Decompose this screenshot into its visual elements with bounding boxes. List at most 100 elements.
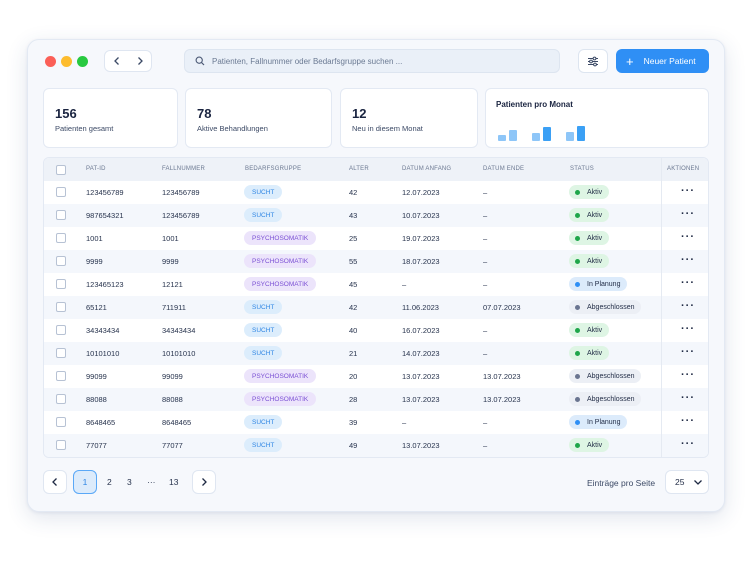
cell-pat-id: 65121: [86, 303, 107, 312]
status-label: Aktiv: [587, 188, 603, 196]
cell-bedarfsgruppe-badge: SUCHT: [244, 300, 283, 314]
cell-datum-anfang: 10.07.2023: [402, 211, 440, 220]
col-header-pat-id[interactable]: PAT-ID: [86, 166, 106, 172]
table-row[interactable]: 8648465 8648465 SUCHT 39 – – In Planung ···: [44, 411, 708, 434]
forward-button[interactable]: [128, 51, 151, 71]
status-dot-icon: [575, 327, 580, 333]
back-button[interactable]: [105, 51, 128, 71]
cell-datum-anfang: 18.07.2023: [402, 257, 440, 266]
table-row[interactable]: 77077 77077 SUCHT 49 13.07.2023 – Aktiv ···: [44, 434, 708, 457]
cell-pat-id: 10101010: [86, 349, 120, 358]
status-label: Aktiv: [587, 211, 603, 219]
table-header: PAT-ID FALLNUMMER BEDARFSGRUPPE ALTER DA…: [44, 158, 708, 181]
table-row[interactable]: 9999 9999 PSYCHOSOMATIK 55 18.07.2023 – Aktiv ·…: [44, 250, 708, 273]
cell-alter: 40: [349, 326, 358, 335]
table-row[interactable]: 10101010 10101010 SUCHT 21 14.07.2023 – Aktiv ·…: [44, 342, 708, 365]
table-row[interactable]: 987654321 123456789 SUCHT 43 10.07.2023 – Akti…: [44, 204, 708, 227]
col-header-fallnummer[interactable]: FALLNUMMER: [162, 166, 205, 172]
new-patient-button[interactable]: + Neuer Patient: [616, 49, 709, 73]
previous-page-button[interactable]: [43, 470, 67, 494]
col-header-bedarfsgruppe[interactable]: BEDARFSGRUPPE: [245, 166, 301, 172]
close-window-button[interactable]: [45, 56, 56, 67]
cell-pat-id: 1001: [86, 234, 103, 243]
row-checkbox[interactable]: [56, 440, 66, 450]
row-checkbox[interactable]: [56, 279, 66, 289]
cell-bedarfsgruppe-badge: SUCHT: [244, 438, 283, 452]
col-header-status[interactable]: STATUS: [570, 166, 594, 172]
page-button-2[interactable]: 2: [107, 477, 112, 487]
more-actions-button[interactable]: ···: [681, 277, 695, 289]
cell-pat-id: 8648465: [86, 418, 116, 427]
table-row[interactable]: 34343434 34343434 SUCHT 40 16.07.2023 – Aktiv ·…: [44, 319, 708, 342]
chart-bar: [509, 130, 517, 141]
search-input[interactable]: Patienten, Fallnummer oder Bedarfsgruppe…: [184, 49, 560, 73]
maximize-window-button[interactable]: [77, 56, 88, 67]
row-checkbox[interactable]: [56, 348, 66, 358]
cell-bedarfsgruppe-badge: PSYCHOSOMATIK: [244, 369, 317, 383]
col-header-alter[interactable]: ALTER: [349, 166, 369, 172]
filter-button[interactable]: [578, 49, 608, 73]
actions-column-divider: [661, 158, 662, 457]
row-checkbox[interactable]: [56, 371, 66, 381]
select-all-checkbox[interactable]: [56, 165, 66, 175]
table-row[interactable]: 123456789 123456789 SUCHT 42 12.07.2023 – Akti…: [44, 181, 708, 204]
table-row[interactable]: 123465123 12121 PSYCHOSOMATIK 45 – – In Planun…: [44, 273, 708, 296]
per-page-select[interactable]: 25: [665, 470, 709, 494]
cell-datum-anfang: 13.07.2023: [402, 395, 440, 404]
next-page-button[interactable]: [192, 470, 216, 494]
page-button-current[interactable]: 1: [73, 470, 97, 494]
cell-datum-anfang: –: [402, 418, 407, 427]
title-bar: Patienten, Fallnummer oder Bedarfsgruppe…: [28, 40, 724, 84]
stat-value: 12: [352, 106, 367, 121]
more-actions-button[interactable]: ···: [681, 323, 695, 335]
chart-bar: [498, 135, 506, 141]
more-actions-button[interactable]: ···: [681, 369, 695, 381]
more-actions-button[interactable]: ···: [681, 208, 695, 220]
table-row[interactable]: 1001 1001 PSYCHOSOMATIK 25 19.07.2023 – Aktiv ·…: [44, 227, 708, 250]
row-checkbox[interactable]: [56, 325, 66, 335]
cell-datum-ende: –: [483, 418, 488, 427]
more-actions-button[interactable]: ···: [681, 185, 695, 197]
row-checkbox[interactable]: [56, 394, 66, 404]
page-button-13[interactable]: 13: [169, 477, 178, 487]
table-row[interactable]: 88088 88088 PSYCHOSOMATIK 28 13.07.2023 13.07…: [44, 388, 708, 411]
cell-pat-id: 77077: [86, 441, 107, 450]
row-checkbox[interactable]: [56, 187, 66, 197]
table-row[interactable]: 65121 711911 SUCHT 42 11.06.2023 07.07.2023 Ab…: [44, 296, 708, 319]
cell-bedarfsgruppe-badge: PSYCHOSOMATIK: [244, 392, 317, 406]
cell-datum-ende: –: [483, 441, 488, 450]
more-actions-button[interactable]: ···: [681, 231, 695, 243]
row-checkbox[interactable]: [56, 302, 66, 312]
status-label: Aktiv: [587, 257, 603, 265]
search-icon: [195, 56, 205, 66]
more-actions-button[interactable]: ···: [681, 254, 695, 266]
status-badge: Abgeschlossen: [569, 300, 642, 314]
cell-datum-ende: –: [483, 326, 488, 335]
cell-datum-ende: –: [483, 257, 488, 266]
row-checkbox[interactable]: [56, 210, 66, 220]
more-actions-button[interactable]: ···: [681, 392, 695, 404]
status-dot-icon: [575, 419, 580, 425]
page-button-3[interactable]: 3: [127, 477, 132, 487]
more-actions-button[interactable]: ···: [681, 346, 695, 358]
cell-datum-anfang: 19.07.2023: [402, 234, 440, 243]
row-checkbox[interactable]: [56, 417, 66, 427]
cell-pat-id: 99099: [86, 372, 107, 381]
row-checkbox[interactable]: [56, 256, 66, 266]
cell-datum-anfang: 11.06.2023: [402, 303, 439, 312]
row-checkbox[interactable]: [56, 233, 66, 243]
status-badge: In Planung: [569, 277, 628, 291]
status-label: Aktiv: [587, 234, 603, 242]
chevron-right-icon: [137, 57, 143, 65]
minimize-window-button[interactable]: [61, 56, 72, 67]
table-row[interactable]: 99099 99099 PSYCHOSOMATIK 20 13.07.2023 13.07…: [44, 365, 708, 388]
status-badge: In Planung: [569, 415, 628, 429]
col-header-datum-ende[interactable]: DATUM ENDE: [483, 166, 524, 172]
more-actions-button[interactable]: ···: [681, 300, 695, 312]
cell-alter: 21: [349, 349, 358, 358]
col-header-datum-anfang[interactable]: DATUM ANFANG: [402, 166, 451, 172]
cell-fallnummer: 1001: [162, 234, 179, 243]
more-actions-button[interactable]: ···: [681, 415, 695, 427]
more-actions-button[interactable]: ···: [681, 438, 695, 450]
cell-pat-id: 34343434: [86, 326, 120, 335]
